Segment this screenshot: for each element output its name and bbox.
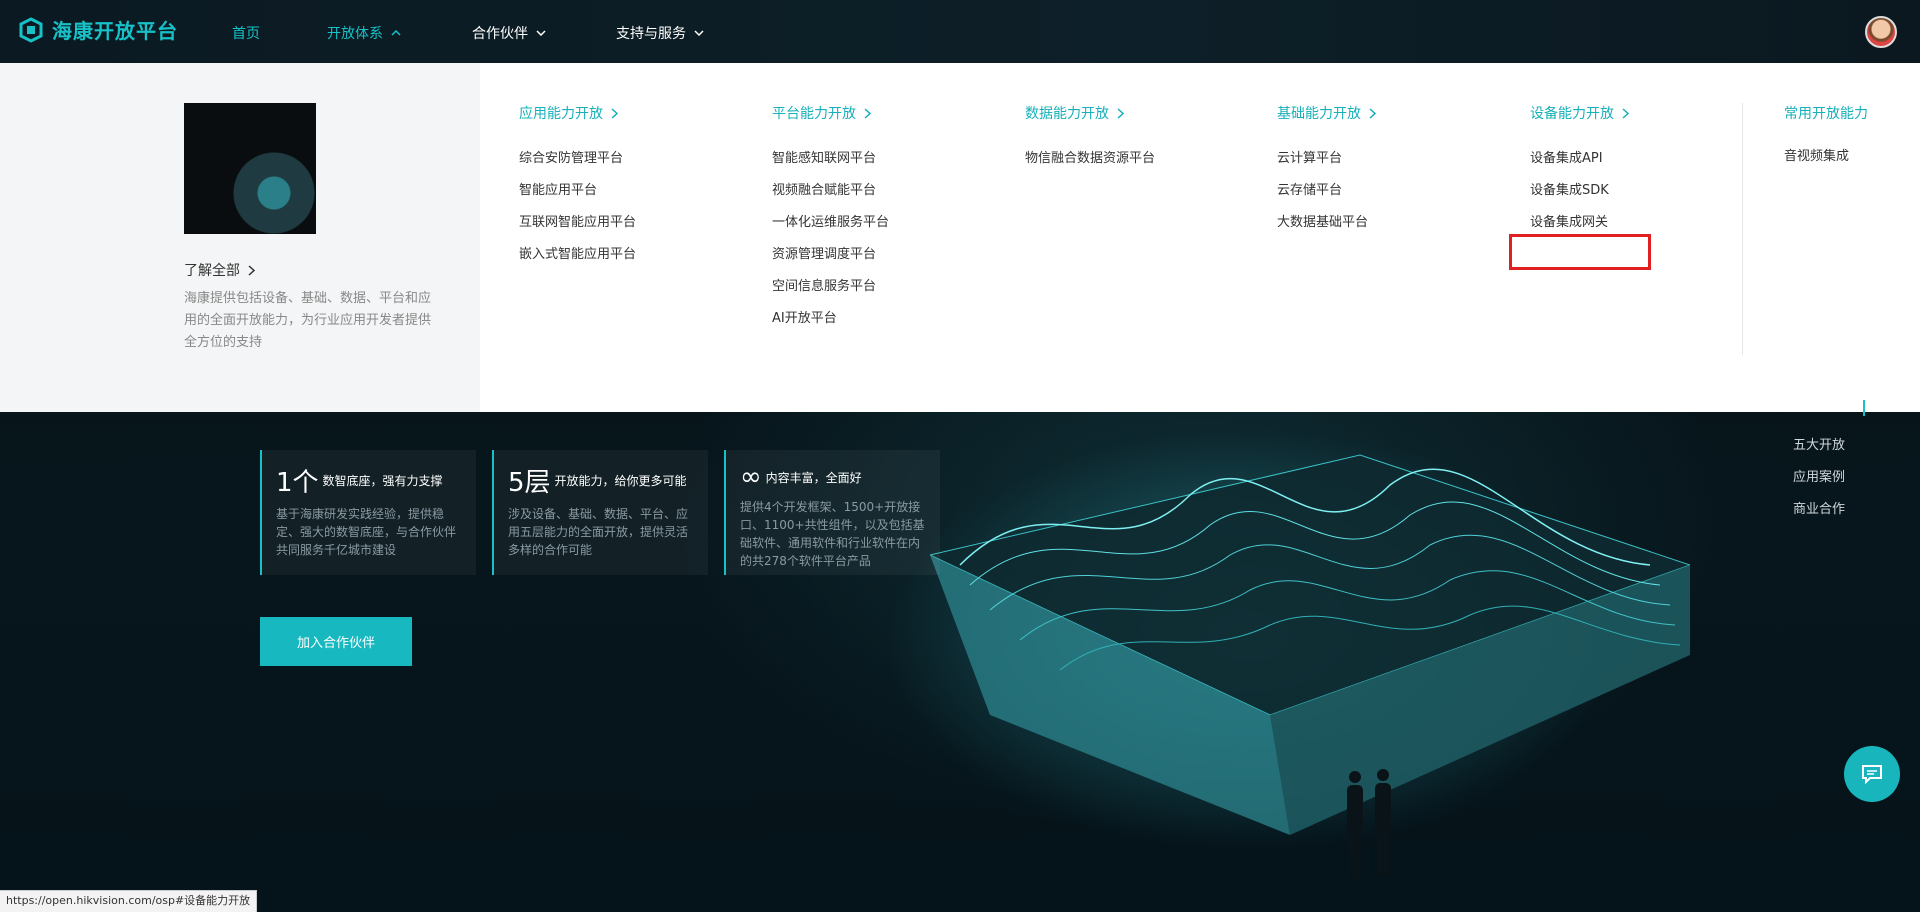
menu-item[interactable]: 智能应用平台 (519, 175, 636, 207)
chevron-right-icon (1117, 107, 1124, 119)
column-device-title[interactable]: 设备能力开放 (1530, 103, 1629, 123)
chevron-right-icon (611, 107, 618, 119)
nav-partners[interactable]: 合作伙伴 (472, 23, 546, 43)
stat-body: 涉及设备、基础、数据、平台、应用五层能力的全面开放，提供灵活多样的合作可能 (508, 507, 689, 557)
stat-card: ∞ 内容丰富，全面好 提供4个开发框架、1500+开放接口、1100+共性组件，以… (724, 450, 940, 575)
column-infra-title[interactable]: 基础能力开放 (1277, 103, 1376, 123)
top-navbar: 海康开放平台 首页 开放体系 合作伙伴 支持与服务 (0, 0, 1920, 63)
column-common-title: 常用开放能力 (1784, 106, 1868, 122)
stat-card: 1个 数智底座，强有力支撑 基于海康研发实践经验，提供稳定、强大的数智底座，与合作… (260, 450, 476, 575)
logo[interactable]: 海康开放平台 (18, 15, 178, 44)
intro-thumbnail (184, 103, 316, 234)
column-app-title-label: 应用能力开放 (519, 106, 603, 122)
menu-item[interactable]: 云存储平台 (1277, 175, 1376, 207)
nav-support-label: 支持与服务 (616, 26, 686, 42)
browser-status-url: https://open.hikvision.com/osp#设备能力开放 (0, 890, 258, 912)
menu-item[interactable]: 音视频集成 (1784, 141, 1868, 173)
column-platform: 平台能力开放 智能感知联网平台 视频融合赋能平台 一体化运维服务平台 资源管理调… (772, 103, 889, 335)
highlight-box (1509, 234, 1651, 270)
stat-body: 基于海康研发实践经验，提供稳定、强大的数智底座，与合作伙伴共同服务千亿城市建设 (276, 507, 457, 557)
side-nav-item[interactable]: 五大开放 (1793, 430, 1845, 462)
learn-all-label: 了解全部 (184, 263, 240, 279)
column-device-title-label: 设备能力开放 (1530, 106, 1614, 122)
side-nav-item[interactable]: 商业合作 (1793, 494, 1845, 526)
column-common: 常用开放能力 音视频集成 (1784, 103, 1868, 173)
user-avatar[interactable] (1865, 16, 1897, 48)
column-data-title-label: 数据能力开放 (1025, 106, 1109, 122)
terrain-illustration (930, 454, 1690, 835)
column-divider (1742, 103, 1743, 355)
chat-button[interactable] (1844, 746, 1900, 802)
chevron-down-icon (694, 30, 704, 36)
stat-title: 数智底座，强有力支撑 (322, 474, 443, 488)
join-partner-button[interactable]: 加入合作伙伴 (260, 617, 412, 666)
menu-item[interactable]: 智能感知联网平台 (772, 143, 889, 175)
stat-number: ∞ (740, 462, 762, 492)
side-nav-item[interactable]: 应用案例 (1793, 462, 1845, 494)
column-app: 应用能力开放 综合安防管理平台 智能应用平台 互联网智能应用平台 嵌入式智能应用… (519, 103, 636, 271)
stat-title: 内容丰富，全面好 (765, 470, 862, 485)
side-nav: 五大开放 应用案例 商业合作 (1793, 430, 1845, 526)
nav-open-system-label: 开放体系 (327, 26, 383, 42)
logo-text: 海康开放平台 (52, 19, 178, 43)
column-data: 数据能力开放 物信融合数据资源平台 (1025, 103, 1155, 175)
menu-item[interactable]: 设备集成SDK (1530, 175, 1629, 207)
column-device: 设备能力开放 设备集成API 设备集成SDK 设备集成网关 (1530, 103, 1629, 239)
menu-item[interactable]: 嵌入式智能应用平台 (519, 239, 636, 271)
menu-item[interactable]: 设备集成API (1530, 143, 1629, 175)
chat-icon (1862, 765, 1882, 784)
chevron-up-icon (391, 30, 401, 36)
menu-item[interactable]: 互联网智能应用平台 (519, 207, 636, 239)
menu-item[interactable]: AI开放平台 (772, 303, 889, 335)
stat-title: 开放能力，给你更多可能 (554, 474, 687, 488)
side-nav-indicator (1863, 400, 1865, 416)
dropdown-intro-panel: 了解全部 海康提供包括设备、基础、数据、平台和应用的全面开放能力，为行业应用开发… (0, 63, 480, 412)
column-platform-title[interactable]: 平台能力开放 (772, 103, 889, 123)
column-infra: 基础能力开放 云计算平台 云存储平台 大数据基础平台 (1277, 103, 1376, 239)
nav-home-label: 首页 (232, 26, 260, 42)
chevron-down-icon (536, 30, 546, 36)
menu-item[interactable]: 大数据基础平台 (1277, 207, 1376, 239)
menu-item[interactable]: 综合安防管理平台 (519, 143, 636, 175)
stat-number: 5层 (508, 468, 551, 498)
people-silhouette (1347, 769, 1391, 878)
column-platform-title-label: 平台能力开放 (772, 106, 856, 122)
nav-home[interactable]: 首页 (232, 23, 260, 43)
menu-item[interactable]: 空间信息服务平台 (772, 271, 889, 303)
stat-number: 1个 (276, 468, 319, 498)
nav-open-system[interactable]: 开放体系 (327, 23, 401, 43)
menu-item[interactable]: 资源管理调度平台 (772, 239, 889, 271)
column-app-title[interactable]: 应用能力开放 (519, 103, 636, 123)
stat-card: 5层 开放能力，给你更多可能 涉及设备、基础、数据、平台、应用五层能力的全面开放，… (492, 450, 708, 575)
column-data-title[interactable]: 数据能力开放 (1025, 103, 1155, 123)
menu-item[interactable]: 云计算平台 (1277, 143, 1376, 175)
column-infra-title-label: 基础能力开放 (1277, 106, 1361, 122)
nav-partners-label: 合作伙伴 (472, 26, 528, 42)
hikvision-logo-icon (19, 16, 43, 43)
menu-item[interactable]: 视频融合赋能平台 (772, 175, 889, 207)
menu-item[interactable]: 物信融合数据资源平台 (1025, 143, 1155, 175)
menu-item[interactable]: 一体化运维服务平台 (772, 207, 889, 239)
stat-body: 提供4个开发框架、1500+开放接口、1100+共性组件，以及包括基础软件、通用… (740, 500, 925, 568)
chevron-right-icon (1369, 107, 1376, 119)
nav-support[interactable]: 支持与服务 (616, 23, 704, 43)
intro-description: 海康提供包括设备、基础、数据、平台和应用的全面开放能力，为行业应用开发者提供全方… (184, 291, 432, 350)
chevron-right-icon (248, 264, 255, 276)
chevron-right-icon (864, 107, 871, 119)
learn-all-link[interactable]: 了解全部 (184, 260, 255, 280)
chevron-right-icon (1622, 107, 1629, 119)
open-system-dropdown: 了解全部 海康提供包括设备、基础、数据、平台和应用的全面开放能力，为行业应用开发… (0, 63, 1920, 412)
